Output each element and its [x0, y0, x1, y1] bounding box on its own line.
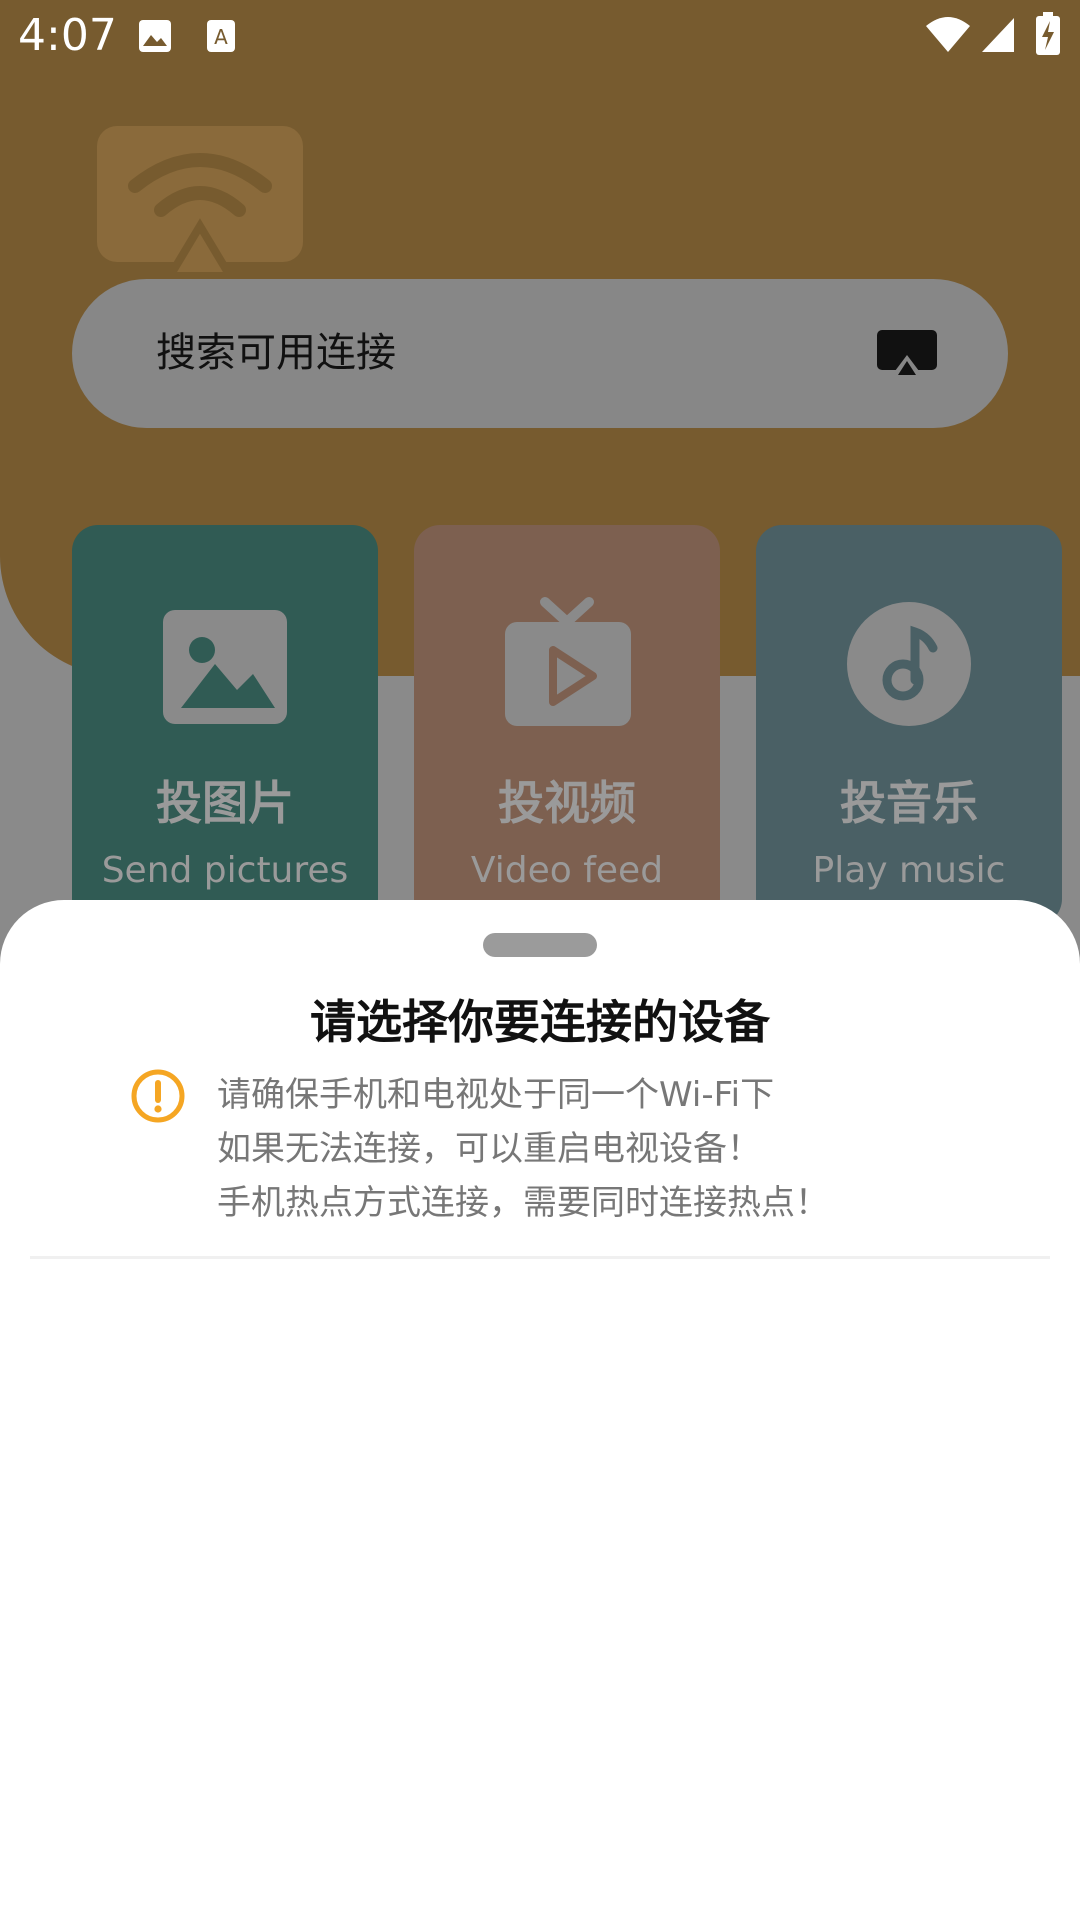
card-subtitle: Play music [812, 850, 1006, 891]
card-title: 投视频 [498, 776, 636, 830]
image-icon [139, 20, 171, 52]
card-title: 投音乐 [840, 776, 978, 830]
card-title: 投图片 [156, 776, 294, 830]
play-music-card[interactable]: 投音乐 Play music [756, 525, 1062, 925]
device-select-sheet: 请选择你要连接的设备 请确保手机和电视处于同一个Wi-Fi下 如果无法连接，可以… [0, 900, 1080, 1920]
image-icon [163, 610, 287, 724]
text-a-icon: A [207, 20, 235, 52]
warning-line-3: 手机热点方式连接，需要同时连接热点！ [217, 1183, 829, 1223]
wifi-cast-icon [97, 126, 303, 280]
card-subtitle: Send pictures [101, 850, 349, 891]
exclamation-circle-icon [131, 1069, 185, 1123]
music-disc-icon [847, 602, 971, 726]
warning-line-2: 如果无法连接，可以重启电视设备！ [217, 1129, 761, 1169]
wifi-icon [926, 17, 970, 52]
warning-line-1: 请确保手机和电视处于同一个Wi-Fi下 [217, 1075, 775, 1115]
search-label: 搜索可用连接 [156, 330, 396, 376]
battery-charging-icon [1036, 12, 1060, 55]
video-feed-card[interactable]: 投视频 Video feed [414, 525, 720, 925]
status-bar: 4:07 A [0, 0, 1080, 72]
send-pictures-card[interactable]: 投图片 Send pictures [72, 525, 378, 925]
drag-handle[interactable] [483, 933, 597, 957]
signal-icon [982, 18, 1014, 52]
search-connections-button[interactable]: 搜索可用连接 [72, 279, 1008, 428]
divider [30, 1256, 1050, 1259]
airplay-icon [877, 330, 937, 375]
status-time: 4:07 [18, 10, 117, 61]
tv-play-icon [505, 597, 631, 726]
card-subtitle: Video feed [470, 850, 664, 891]
sheet-title: 请选择你要连接的设备 [310, 995, 770, 1049]
svg-text:A: A [214, 25, 228, 49]
